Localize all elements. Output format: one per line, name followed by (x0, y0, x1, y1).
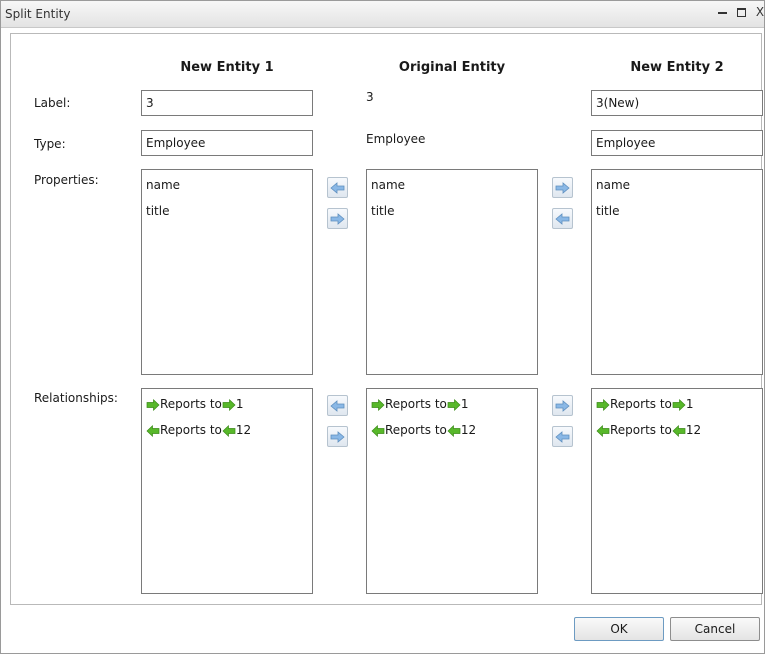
relationship-item[interactable]: Reports to 12 (596, 419, 758, 445)
relationship-target: 1 (460, 397, 469, 411)
new-entity-1-properties-list[interactable]: name title (141, 169, 313, 375)
original-entity-type-value: Employee (366, 132, 426, 146)
new-entity-1-type-input[interactable] (141, 130, 313, 156)
relationship-item[interactable]: Reports to 12 (146, 419, 308, 445)
arrow-right-icon (555, 181, 570, 194)
move-property-to-original-from-1-button[interactable] (327, 208, 348, 229)
new-entity-1-label-input[interactable] (141, 90, 313, 116)
property-item[interactable]: name (371, 174, 533, 200)
move-property-to-entity-2-button[interactable] (552, 177, 573, 198)
relationship-in-arrow-icon (371, 424, 385, 437)
relationship-item[interactable]: Reports to 1 (146, 393, 308, 419)
move-relationship-to-entity-1-button[interactable] (327, 395, 348, 416)
maximize-button[interactable] (734, 5, 748, 19)
relationship-in-arrow-icon (222, 424, 236, 437)
property-item[interactable]: name (596, 174, 758, 200)
relationships-row-label: Relationships: (34, 391, 118, 405)
relationship-text: Reports to (610, 423, 672, 437)
property-item[interactable]: name (146, 174, 308, 200)
minimize-button[interactable] (715, 5, 729, 19)
relationship-target: 12 (235, 423, 252, 437)
new-entity-2-type-input[interactable] (591, 130, 763, 156)
relationship-out-arrow-icon (222, 398, 236, 411)
relationship-out-arrow-icon (596, 398, 610, 411)
maximize-icon (736, 8, 746, 17)
relationship-text: Reports to (160, 423, 222, 437)
original-entity-properties-list[interactable]: name title (366, 169, 538, 375)
relationship-out-arrow-icon (672, 398, 686, 411)
relationship-text: Reports to (610, 397, 672, 411)
relationship-target: 12 (685, 423, 702, 437)
title-bar[interactable]: Split Entity X (1, 1, 764, 28)
window-title: Split Entity (5, 7, 71, 21)
type-row-label: Type: (34, 137, 66, 151)
relationship-target: 12 (460, 423, 477, 437)
arrow-left-icon (555, 212, 570, 225)
relationship-text: Reports to (160, 397, 222, 411)
close-button[interactable]: X (753, 5, 765, 19)
move-property-to-entity-1-button[interactable] (327, 177, 348, 198)
arrow-left-icon (330, 181, 345, 194)
column-header-new-entity-2: New Entity 2 (630, 60, 724, 75)
relationship-text: Reports to (385, 423, 447, 437)
column-header-new-entity-1: New Entity 1 (180, 60, 274, 75)
arrow-right-icon (555, 399, 570, 412)
move-property-to-original-from-2-button[interactable] (552, 208, 573, 229)
relationship-out-arrow-icon (371, 398, 385, 411)
move-relationship-to-original-from-1-button[interactable] (327, 426, 348, 447)
relationship-in-arrow-icon (447, 424, 461, 437)
original-entity-label-value: 3 (366, 90, 374, 104)
relationship-text: Reports to (385, 397, 447, 411)
arrow-right-icon (330, 212, 345, 225)
arrow-left-icon (555, 430, 570, 443)
split-entity-dialog: Split Entity X New Entity 1 Original Ent… (0, 0, 765, 654)
original-entity-relationships-list[interactable]: Reports to 1 Reports to 12 (366, 388, 538, 594)
new-entity-2-label-input[interactable] (591, 90, 763, 116)
minimize-icon (717, 11, 727, 14)
cancel-button[interactable]: Cancel (670, 617, 760, 641)
relationship-target: 1 (235, 397, 244, 411)
relationship-in-arrow-icon (596, 424, 610, 437)
relationship-item[interactable]: Reports to 1 (371, 393, 533, 419)
property-item[interactable]: title (371, 200, 533, 226)
move-relationship-to-entity-2-button[interactable] (552, 395, 573, 416)
label-row-label: Label: (34, 96, 71, 110)
relationship-out-arrow-icon (146, 398, 160, 411)
relationship-item[interactable]: Reports to 12 (371, 419, 533, 445)
relationship-out-arrow-icon (447, 398, 461, 411)
ok-button[interactable]: OK (574, 617, 664, 641)
column-header-original-entity: Original Entity (398, 60, 506, 75)
relationship-in-arrow-icon (672, 424, 686, 437)
new-entity-2-properties-list[interactable]: name title (591, 169, 763, 375)
new-entity-1-relationships-list[interactable]: Reports to 1 Reports to 12 (141, 388, 313, 594)
relationship-item[interactable]: Reports to 1 (596, 393, 758, 419)
relationship-target: 1 (685, 397, 694, 411)
relationship-in-arrow-icon (146, 424, 160, 437)
properties-row-label: Properties: (34, 173, 99, 187)
property-item[interactable]: title (596, 200, 758, 226)
property-item[interactable]: title (146, 200, 308, 226)
move-relationship-to-original-from-2-button[interactable] (552, 426, 573, 447)
new-entity-2-relationships-list[interactable]: Reports to 1 Reports to 12 (591, 388, 763, 594)
arrow-right-icon (330, 430, 345, 443)
arrow-left-icon (330, 399, 345, 412)
